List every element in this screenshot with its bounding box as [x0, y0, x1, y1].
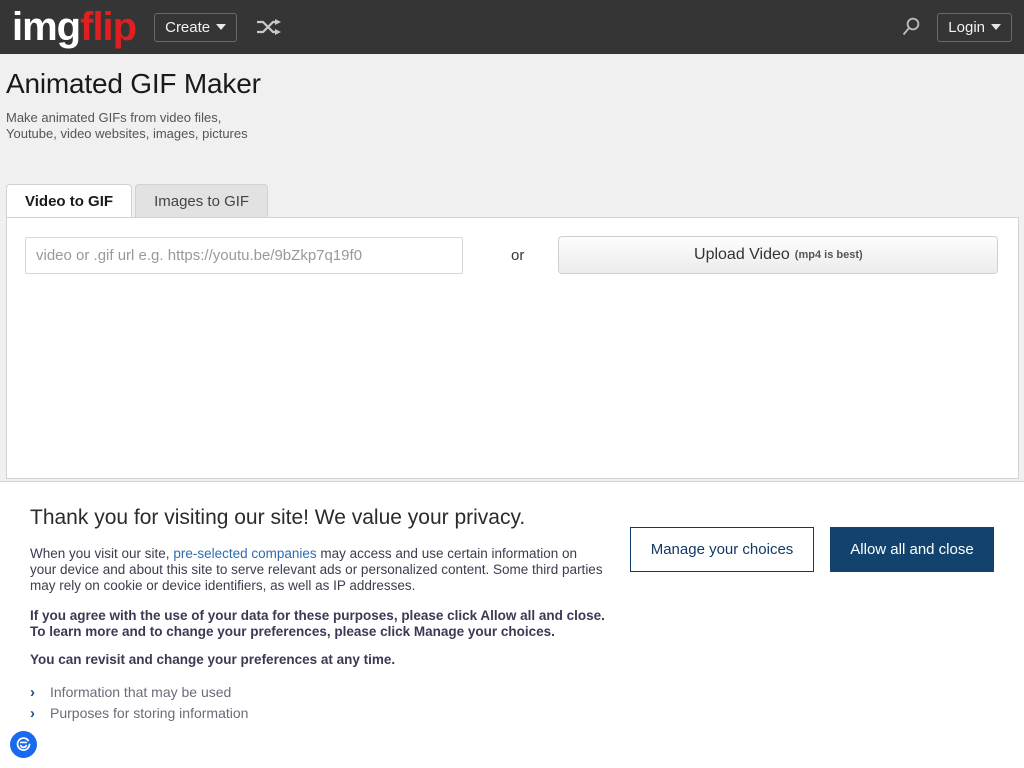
logo-text-flip: flip	[80, 5, 137, 49]
chevron-down-icon	[991, 24, 1001, 30]
privacy-consent-banner: Thank you for visiting our site! We valu…	[0, 481, 1024, 768]
page-subtitle: Make animated GIFs from video files, You…	[0, 100, 420, 142]
chevron-down-icon	[216, 24, 227, 30]
privacy-banner-actions: Manage your choices Allow all and close	[630, 506, 994, 726]
disclosure-label: Purposes for storing information	[50, 705, 249, 721]
manage-your-choices-button[interactable]: Manage your choices	[630, 527, 814, 572]
upload-video-button-hint: (mp4 is best)	[794, 249, 863, 261]
disclosure-information-that-may-be-used[interactable]: › Information that may be used	[30, 684, 606, 700]
consent-preferences-badge[interactable]	[10, 731, 37, 758]
tab-images-to-gif[interactable]: Images to GIF	[135, 184, 269, 217]
login-button-label: Login	[948, 18, 985, 36]
create-button[interactable]: Create	[154, 12, 238, 42]
imgflip-logo[interactable]: imgflip	[12, 5, 137, 49]
search-icon[interactable]	[899, 14, 925, 40]
chevron-right-icon: ›	[30, 683, 35, 701]
privacy-banner-title: Thank you for visiting our site! We valu…	[30, 506, 526, 529]
privacy-banner-content: Thank you for visiting our site! We valu…	[0, 482, 1024, 726]
or-separator-label: or	[511, 246, 525, 264]
privacy-banner-body: When you visit our site, pre-selected co…	[30, 546, 606, 594]
page-subtitle-line-1: Make animated GIFs from video files,	[6, 110, 222, 125]
privacy-banner-text-column: Thank you for visiting our site! We valu…	[30, 506, 606, 726]
gif-maker-panel: or Upload Video (mp4 is best)	[6, 217, 1019, 479]
disclosure-purposes-for-storing-information[interactable]: › Purposes for storing information	[30, 705, 606, 721]
tab-video-to-gif[interactable]: Video to GIF	[6, 184, 133, 217]
privacy-instruction-text: If you agree with the use of your data f…	[30, 608, 605, 639]
login-button[interactable]: Login	[937, 12, 1012, 42]
chevron-right-icon: ›	[30, 704, 35, 722]
tab-bar: Video to GIF Images to GIF	[6, 184, 271, 217]
allow-all-and-close-button[interactable]: Allow all and close	[830, 527, 994, 572]
pre-selected-companies-link[interactable]: pre-selected companies	[173, 546, 316, 561]
page-header: Animated GIF Maker Make animated GIFs fr…	[0, 54, 1024, 142]
upload-video-button-label: Upload Video	[694, 246, 790, 263]
top-navigation-bar: imgflip Create Login	[0, 0, 1024, 54]
page-title: Animated GIF Maker	[6, 68, 261, 99]
privacy-body-part-1: When you visit our site,	[30, 546, 174, 561]
video-url-input[interactable]	[25, 236, 463, 274]
nav-right-group: Login	[899, 12, 1012, 42]
create-button-label: Create	[165, 18, 211, 36]
logo-text-img: img	[12, 5, 81, 49]
upload-video-button[interactable]: Upload Video (mp4 is best)	[558, 236, 999, 274]
disclosure-label: Information that may be used	[50, 684, 232, 700]
consent-shield-icon	[16, 737, 31, 751]
page-subtitle-line-2: Youtube, video websites, images, picture…	[6, 126, 248, 141]
shuffle-icon[interactable]	[253, 16, 285, 38]
video-source-row: or Upload Video (mp4 is best)	[7, 218, 1018, 274]
privacy-revisit-text: You can revisit and change your preferen…	[30, 652, 396, 667]
